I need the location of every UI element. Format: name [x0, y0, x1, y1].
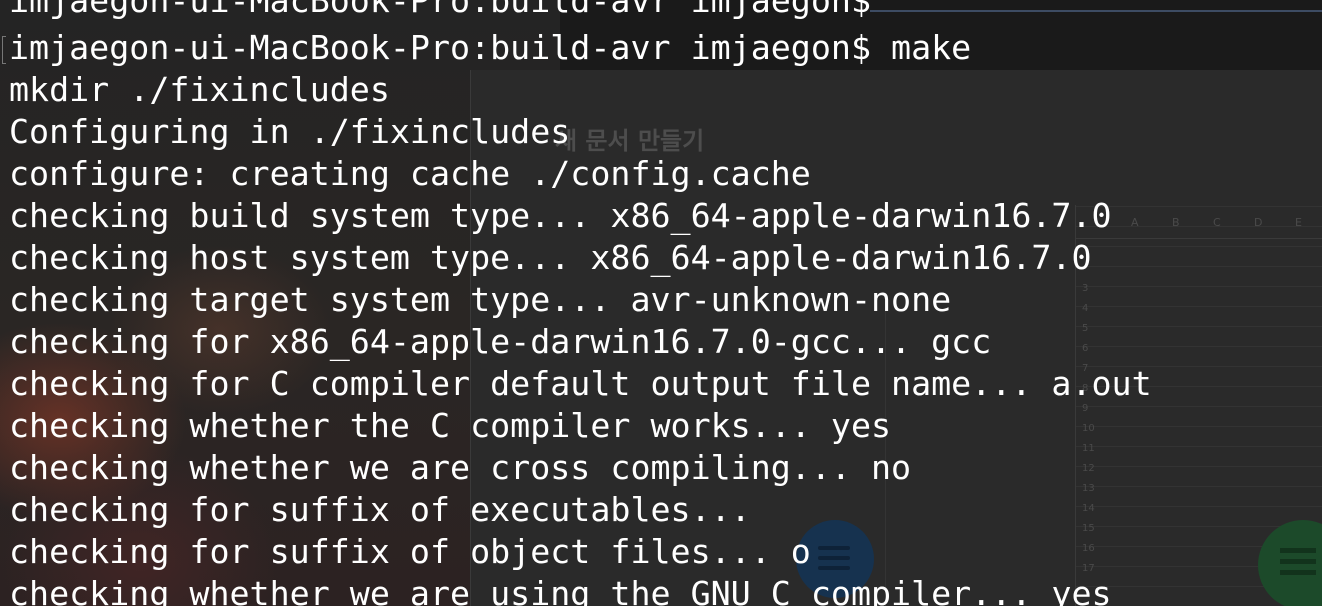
- terminal-line: checking for suffix of object files... o: [9, 532, 811, 571]
- terminal-line: checking build system type... x86_64-app…: [9, 196, 1112, 235]
- terminal-line: checking whether we are using the GNU C …: [9, 574, 1112, 606]
- screen: 새 문서 만들기 ABCDE 3 4 5 6 7 8 9 10 11 12 13 14 15 16 17 i…: [0, 0, 1322, 606]
- terminal-line: imjaegon-ui-MacBook-Pro:build-avr imjaeg…: [9, 0, 871, 20]
- terminal-line: imjaegon-ui-MacBook-Pro:build-avr imjaeg…: [9, 28, 972, 67]
- terminal-line: mkdir ./fixincludes: [9, 70, 390, 109]
- terminal-line: checking whether we are cross compiling.…: [9, 448, 912, 487]
- terminal-line: configure: creating cache ./config.cache: [9, 154, 811, 193]
- terminal-line: checking for x86_64-apple-darwin16.7.0-g…: [9, 322, 992, 361]
- terminal-selection-mark: [2, 36, 6, 64]
- terminal-line: Configuring in ./fixincludes: [9, 112, 571, 151]
- terminal-line: checking target system type... avr-unkno…: [9, 280, 952, 319]
- terminal-line: checking whether the C compiler works...…: [9, 406, 892, 445]
- terminal-output[interactable]: imjaegon-ui-MacBook-Pro:build-avr imjaeg…: [0, 0, 1322, 606]
- terminal-line: checking host system type... x86_64-appl…: [9, 238, 1092, 277]
- terminal-line: checking for suffix of executables...: [9, 490, 751, 529]
- terminal-line: checking for C compiler default output f…: [9, 364, 1152, 403]
